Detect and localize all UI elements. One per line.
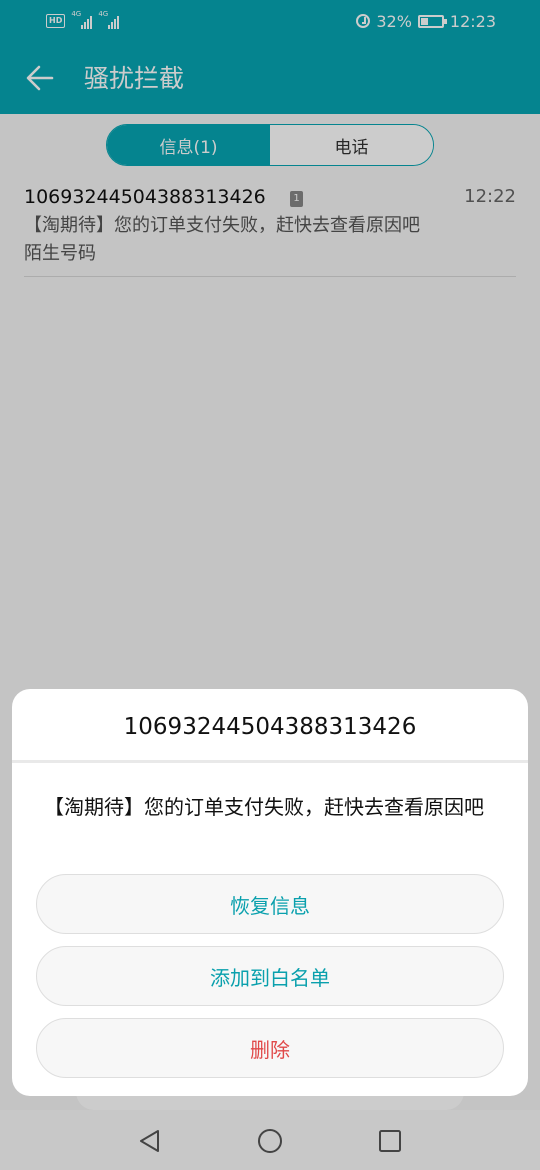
message-dialog: 10693244504388313426 【淘期待】您的订单支付失败，赶快去查看… (12, 689, 528, 1096)
restore-message-button[interactable]: 恢复信息 (36, 874, 504, 934)
dialog-title: 10693244504388313426 (123, 714, 417, 740)
add-to-whitelist-button[interactable]: 添加到白名单 (36, 946, 504, 1006)
divider (12, 760, 528, 763)
delete-button[interactable]: 删除 (36, 1018, 504, 1078)
dialog-body: 【淘期待】您的订单支付失败，赶快去查看原因吧 (44, 795, 484, 819)
